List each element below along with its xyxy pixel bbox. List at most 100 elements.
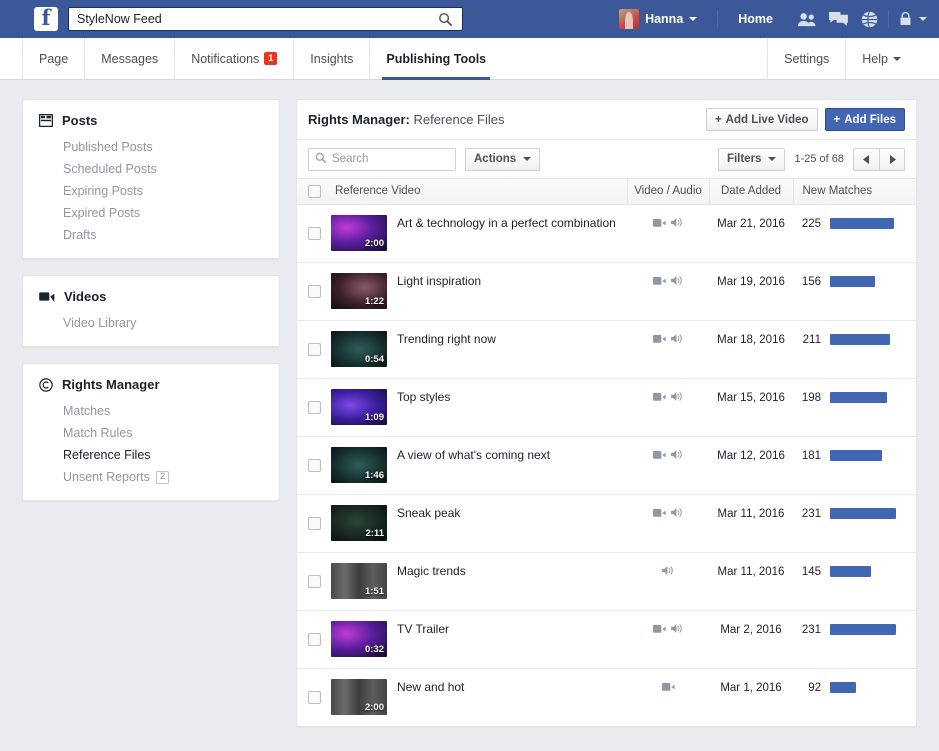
table-row[interactable]: 2:00New and hotMar 1, 201692 [297, 668, 916, 726]
table-row[interactable]: 0:54Trending right nowMar 18, 2016211 [297, 320, 916, 378]
tab-settings[interactable]: Settings [767, 38, 845, 79]
video-title[interactable]: Art & technology in a perfect combinatio… [397, 215, 616, 251]
tab-messages[interactable]: Messages [85, 38, 175, 79]
add-files-button[interactable]: + Add Files [825, 108, 905, 131]
video-duration-label: 1:46 [365, 471, 384, 481]
sidebar-item-matches[interactable]: Matches [23, 400, 279, 422]
column-header-new-matches[interactable]: New Matches [793, 179, 916, 204]
tab-publishing-tools[interactable]: Publishing Tools [370, 38, 502, 79]
video-title[interactable]: A view of what's coming next [397, 447, 550, 483]
row-checkbox[interactable] [308, 227, 321, 240]
sidebar-item-scheduled-posts[interactable]: Scheduled Posts [23, 158, 279, 180]
column-header-video-audio[interactable]: Video / Audio [627, 179, 709, 204]
video-icon [662, 682, 675, 692]
sidebar-group-header[interactable]: Posts [23, 111, 279, 136]
table-row[interactable]: 1:51Magic trendsMar 11, 2016145 [297, 552, 916, 610]
privacy-shortcuts-button[interactable] [899, 12, 927, 26]
select-all-checkbox[interactable] [308, 185, 321, 198]
toolbar-right-group: Filters 1-25 of 68 [718, 148, 905, 171]
row-checkbox[interactable] [308, 401, 321, 414]
video-thumbnail[interactable]: 1:09 [331, 389, 387, 425]
home-link[interactable]: Home [728, 12, 783, 26]
next-page-button[interactable] [879, 148, 905, 171]
video-icon [653, 392, 666, 402]
video-thumbnail[interactable]: 2:00 [331, 215, 387, 251]
video-duration-label: 2:00 [365, 703, 384, 713]
search-icon[interactable] [428, 8, 462, 30]
video-title[interactable]: New and hot [397, 679, 464, 715]
page-tabs-left: Page Messages Notifications 1 Insights P… [22, 38, 502, 79]
video-thumbnail[interactable]: 1:46 [331, 447, 387, 483]
sidebar-item-drafts[interactable]: Drafts [23, 224, 279, 246]
tab-help[interactable]: Help [845, 38, 917, 79]
top-right-nav-group: Hanna Home [619, 0, 927, 38]
video-title[interactable]: Top styles [397, 389, 450, 425]
table-row[interactable]: 1:46A view of what's coming nextMar 12, … [297, 436, 916, 494]
video-thumbnail[interactable]: 2:00 [331, 679, 387, 715]
sidebar-item-video-library[interactable]: Video Library [23, 312, 279, 334]
table-row[interactable]: 2:00 Art & technology in a perfect combin… [297, 204, 916, 262]
friend-requests-icon[interactable] [797, 12, 816, 27]
filters-dropdown-button[interactable]: Filters [718, 148, 786, 171]
sidebar-item-published-posts[interactable]: Published Posts [23, 136, 279, 158]
globe-notifications-icon[interactable] [861, 11, 878, 28]
table-row[interactable]: 0:32TV TrailerMar 2, 2016231 [297, 610, 916, 668]
row-video-cell: 2:00 Art & technology in a perfect combin… [331, 204, 627, 262]
sidebar-item-expired-posts[interactable]: Expired Posts [23, 202, 279, 224]
row-checkbox[interactable] [308, 633, 321, 646]
row-checkbox[interactable] [308, 517, 321, 530]
audio-icon [671, 623, 684, 634]
video-duration-label: 2:00 [365, 239, 384, 249]
column-header-reference-video[interactable]: Reference Video [331, 179, 627, 204]
sidebar-item-expiring-posts[interactable]: Expiring Posts [23, 180, 279, 202]
row-checkbox[interactable] [308, 575, 321, 588]
reference-files-table: Reference Video Video / Audio Date Added… [297, 179, 916, 726]
global-search-input[interactable] [69, 8, 428, 30]
video-title[interactable]: Magic trends [397, 563, 466, 599]
add-live-video-button[interactable]: + Add Live Video [706, 108, 818, 131]
search-input[interactable] [332, 150, 486, 169]
video-title[interactable]: Light inspiration [397, 273, 481, 309]
tab-page[interactable]: Page [22, 38, 85, 79]
global-search-box[interactable] [68, 7, 463, 31]
row-video-cell: 1:51 Magic trends [331, 552, 627, 610]
row-video-audio-cell [627, 320, 709, 378]
account-menu-button[interactable]: Hanna [619, 9, 707, 29]
next-arrow-icon [889, 155, 896, 164]
chevron-down-icon [768, 157, 776, 161]
video-thumbnail[interactable]: 1:51 [331, 563, 387, 599]
table-row[interactable]: 1:22Light inspirationMar 19, 2016156 [297, 262, 916, 320]
video-thumbnail[interactable]: 0:54 [331, 331, 387, 367]
sidebar-item-match-rules[interactable]: Match Rules [23, 422, 279, 444]
sidebar-group-header[interactable]: Rights Manager [23, 375, 279, 400]
video-title[interactable]: TV Trailer [397, 621, 449, 657]
video-title[interactable]: Trending right now [397, 331, 496, 367]
row-video-audio-cell [627, 378, 709, 436]
video-thumbnail[interactable]: 1:22 [331, 273, 387, 309]
row-video-cell: 1:09 Top styles [331, 378, 627, 436]
table-row[interactable]: 1:09Top stylesMar 15, 2016198 [297, 378, 916, 436]
tab-label: Insights [310, 52, 353, 66]
prev-page-button[interactable] [853, 148, 879, 171]
row-checkbox[interactable] [308, 285, 321, 298]
table-search-box[interactable] [308, 148, 456, 171]
sidebar-item-reference-files[interactable]: Reference Files [23, 444, 279, 466]
sidebar-group-header[interactable]: Videos [23, 287, 279, 312]
table-header-row: Reference Video Video / Audio Date Added… [297, 179, 916, 204]
video-title[interactable]: Sneak peak [397, 505, 460, 541]
video-thumbnail[interactable]: 2:11 [331, 505, 387, 541]
row-checkbox[interactable] [308, 343, 321, 356]
actions-dropdown-button[interactable]: Actions [465, 148, 540, 171]
tab-insights[interactable]: Insights [294, 38, 370, 79]
messages-icon[interactable] [829, 11, 848, 27]
video-thumbnail[interactable]: 0:32 [331, 621, 387, 657]
facebook-logo-icon[interactable]: f [34, 7, 58, 31]
tab-notifications[interactable]: Notifications 1 [175, 38, 294, 79]
column-header-date-added[interactable]: Date Added [709, 179, 793, 204]
sidebar-item-label: Scheduled Posts [63, 162, 157, 176]
row-checkbox[interactable] [308, 459, 321, 472]
table-row[interactable]: 2:11Sneak peakMar 11, 2016231 [297, 494, 916, 552]
sidebar-item-unsent-reports[interactable]: Unsent Reports 2 [23, 466, 279, 488]
row-checkbox[interactable] [308, 691, 321, 704]
new-matches-count: 231 [795, 508, 821, 520]
